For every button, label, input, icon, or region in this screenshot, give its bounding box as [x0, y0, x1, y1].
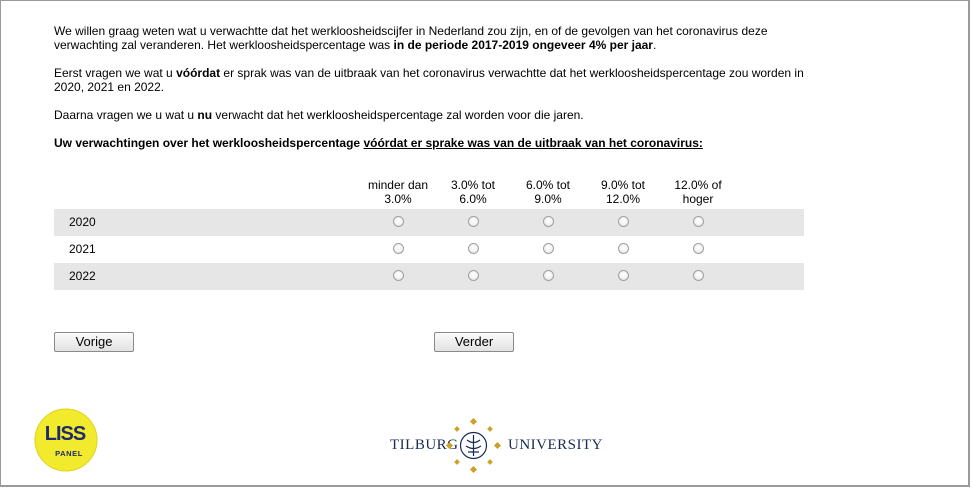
radio-2021-option-2[interactable] [468, 243, 479, 254]
column-header: minder dan 3.0% [363, 178, 433, 206]
radio-2021-option-4[interactable] [618, 243, 629, 254]
radio-2021-option-5[interactable] [693, 243, 704, 254]
intro-paragraph-2: Eerst vragen we wat u vóórdat er sprak w… [54, 66, 814, 94]
grid-row-2020: 2020 [54, 209, 804, 236]
row-label: 2021 [69, 242, 96, 256]
radio-2022-option-2[interactable] [468, 270, 479, 281]
radio-2020-option-4[interactable] [618, 216, 629, 227]
grid-row-2022: 2022 [54, 263, 804, 290]
heading-underlined: vóórdat er sprake was van de uitbraak va… [363, 136, 703, 150]
intro-bold-3: nu [197, 108, 213, 122]
back-button[interactable]: Vorige [54, 332, 134, 352]
intro-text-2a: Eerst vragen we wat u [54, 66, 177, 80]
column-header-line2: 3.0% [384, 192, 412, 206]
liss-logo-subtext: PANEL [55, 449, 83, 458]
heading-text: Uw verwachtingen over het werkloosheidsp… [54, 136, 364, 150]
radio-2020-option-2[interactable] [468, 216, 479, 227]
column-header: 12.0% of hoger [663, 178, 733, 206]
intro-text-3b: verwacht dat het werkloosheidspercentage… [212, 108, 584, 122]
column-header-line1: 3.0% tot [450, 178, 496, 192]
grid-row-2021: 2021 [54, 236, 804, 263]
column-header-line2: 6.0% [459, 192, 487, 206]
intro-end-1: . [652, 38, 657, 52]
tilburg-emblem-icon [446, 418, 502, 474]
column-header: 9.0% tot 12.0% [588, 178, 658, 206]
liss-panel-logo: LISS PANEL [34, 408, 98, 472]
intro-bold-2: vóórdat [176, 66, 221, 80]
next-button[interactable]: Verder [434, 332, 514, 352]
radio-2022-option-1[interactable] [393, 270, 404, 281]
column-header: 6.0% tot 9.0% [513, 178, 583, 206]
column-header-line1: minder dan [367, 178, 429, 192]
liss-logo-text: LISS [45, 423, 86, 445]
answer-grid: minder dan 3.0% 3.0% tot 6.0% 6.0% tot 9.0%… [54, 176, 804, 290]
radio-2021-option-1[interactable] [393, 243, 404, 254]
grid-question-heading: Uw verwachtingen over het werkloosheidsp… [54, 136, 814, 150]
university-word: UNIVERSITY [508, 437, 603, 453]
radio-2022-option-5[interactable] [693, 270, 704, 281]
radio-2020-option-5[interactable] [693, 216, 704, 227]
question-text: We willen graag weten wat u verwachtte d… [54, 24, 814, 150]
column-header-line2: hoger [682, 192, 714, 206]
intro-paragraph-3: Daarna vragen we u wat u nu verwacht dat… [54, 108, 814, 122]
intro-text-3a: Daarna vragen we u wat u [54, 108, 198, 122]
column-header-line1: 6.0% tot [525, 178, 571, 192]
column-header-line2: 12.0% [605, 192, 641, 206]
column-header-line1: 9.0% tot [600, 178, 646, 192]
row-label: 2020 [69, 215, 96, 229]
radio-2020-option-1[interactable] [393, 216, 404, 227]
column-header-line1: 12.0% of [674, 178, 722, 192]
radio-2022-option-3[interactable] [543, 270, 554, 281]
intro-paragraph-1: We willen graag weten wat u verwachtte d… [54, 24, 814, 52]
column-header-line2: 9.0% [534, 192, 562, 206]
radio-2020-option-3[interactable] [543, 216, 554, 227]
intro-bold-1: in de periode 2017-2019 ongeveer 4% per … [393, 38, 653, 52]
tilburg-university-logo: TILBURG UNIVERSITY [390, 418, 603, 474]
row-label: 2022 [69, 269, 96, 283]
radio-2022-option-4[interactable] [618, 270, 629, 281]
grid-header: minder dan 3.0% 3.0% tot 6.0% 6.0% tot 9.0%… [54, 176, 804, 209]
column-header: 3.0% tot 6.0% [438, 178, 508, 206]
radio-2021-option-3[interactable] [543, 243, 554, 254]
